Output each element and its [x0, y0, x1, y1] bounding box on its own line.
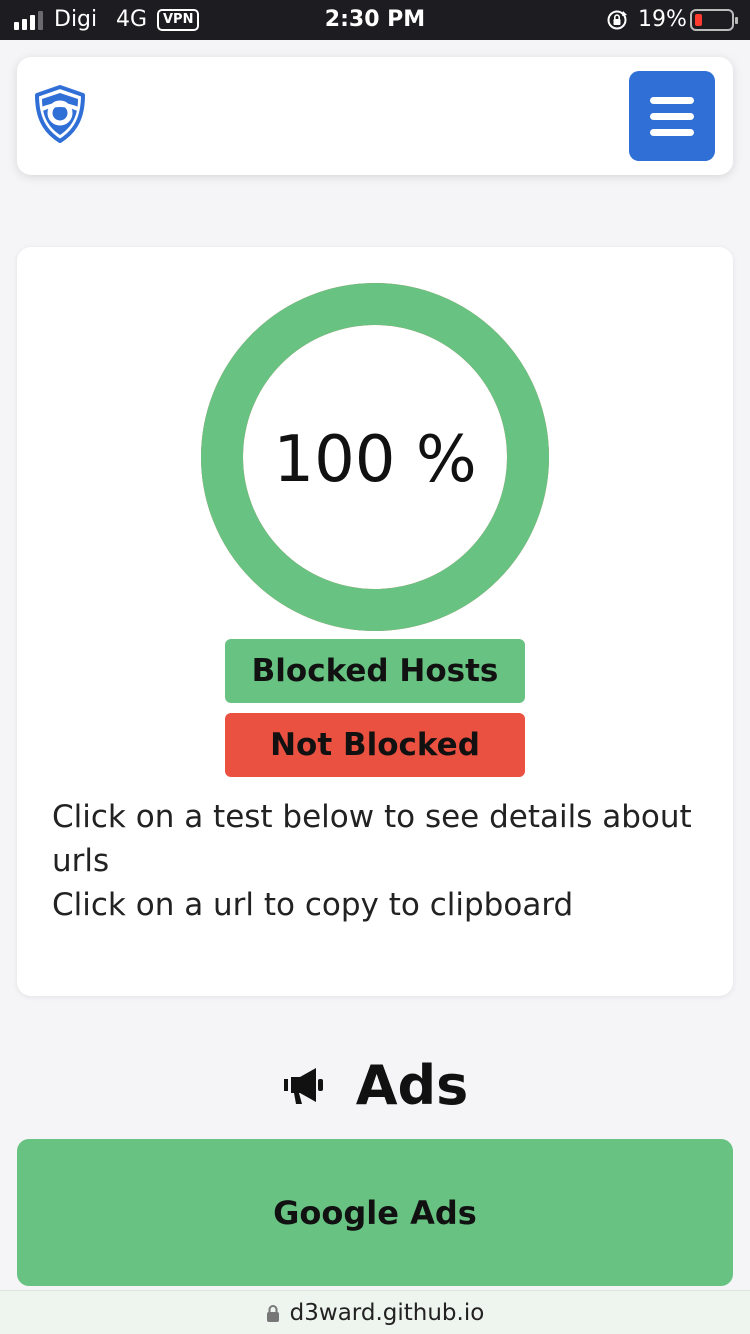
battery-percent: 19%	[638, 7, 687, 32]
blocked-percentage: 100 %	[273, 423, 477, 497]
legend-blocked-hosts: Blocked Hosts	[225, 639, 525, 703]
shield-logo-icon[interactable]	[33, 85, 87, 143]
instruction-line: Click on a test below to see details abo…	[52, 799, 692, 879]
test-google-ads[interactable]: Google Ads	[17, 1139, 733, 1286]
status-bar: Digi 4G VPN 2:30 PM 19%	[0, 0, 750, 40]
lock-icon	[266, 1304, 279, 1322]
battery-fill	[695, 14, 702, 26]
result-card: 100 % Blocked Hosts Not Blocked Click on…	[17, 247, 733, 996]
site-header	[17, 57, 733, 175]
browser-url-bar[interactable]: d3ward.github.io	[0, 1290, 750, 1334]
hamburger-menu-icon-bar	[650, 96, 694, 104]
instructions: Click on a test below to see details abo…	[52, 795, 712, 927]
legend-not-blocked: Not Blocked	[225, 713, 525, 777]
menu-button[interactable]	[629, 71, 715, 161]
section-heading-ads: Ads	[0, 1052, 750, 1118]
hamburger-menu-icon-bar	[650, 112, 694, 120]
battery-icon	[690, 9, 738, 31]
url-domain: d3ward.github.io	[289, 1299, 485, 1326]
hamburger-menu-icon-bar	[650, 128, 694, 136]
instruction-line: Click on a url to copy to clipboard	[52, 887, 574, 923]
rotation-lock-icon	[607, 10, 627, 30]
megaphone-icon	[283, 1068, 323, 1104]
section-title: Ads	[355, 1053, 469, 1117]
